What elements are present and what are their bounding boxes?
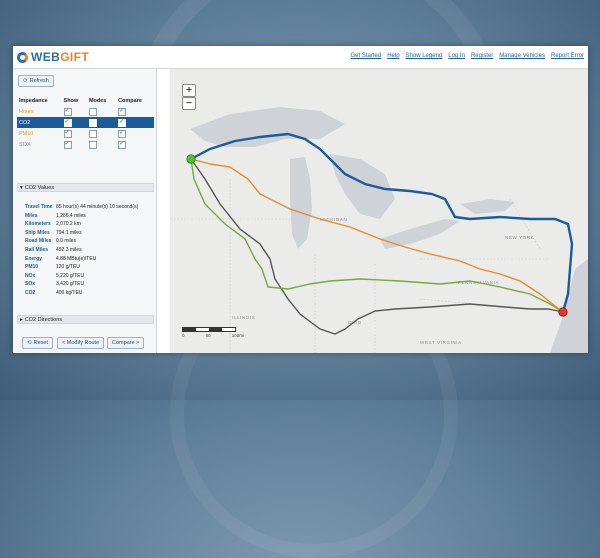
value-key: Ship Miles: [25, 229, 50, 236]
nav-show-legend[interactable]: Show Legend: [406, 53, 443, 59]
show-checkbox[interactable]: [63, 118, 72, 127]
modes-checkbox[interactable]: [88, 140, 97, 149]
value-text: 4.88 MBtu(e)/TEU: [56, 255, 97, 262]
impedance-label: PM10: [19, 130, 34, 137]
map-scale-bar: 0 50 100mi: [182, 327, 244, 338]
label-west-virginia: WEST VIRGINIA: [420, 340, 462, 345]
co2-directions-panel-header[interactable]: ▸ CO2 Directions: [17, 315, 154, 324]
value-row: PM10 120 g/TEU: [25, 263, 151, 272]
scale-label-0: 0: [182, 333, 185, 338]
app-window: WEBGIFT Get Started Help Show Legend Log…: [13, 46, 588, 353]
impedance-label: SOX: [19, 141, 31, 148]
col-modes: Modes: [88, 97, 107, 104]
refresh-button[interactable]: ⟳ Refresh: [18, 75, 54, 87]
route-map[interactable]: MICHIGAN ILLINOIS OHIO PENNSYLVANIA WEST…: [170, 69, 588, 353]
app-header: WEBGIFT Get Started Help Show Legend Log…: [13, 46, 588, 69]
modes-checkbox[interactable]: [88, 107, 97, 116]
value-text: 1,286.4 miles: [56, 212, 86, 219]
value-row: Travel Time 85 hour(s) 44 minute(s) 10 se…: [25, 203, 151, 212]
value-key: PM10: [25, 264, 39, 271]
value-row: NOx 5,220 g/TEU: [25, 272, 151, 281]
impedance-row-sox[interactable]: SOX: [17, 139, 154, 150]
value-key: Kilometers: [25, 221, 51, 228]
origin-marker: [186, 154, 196, 164]
value-row: Kilometers 2,070.2 km: [25, 220, 151, 229]
compare-checkbox[interactable]: [118, 129, 127, 138]
col-show: Show: [63, 97, 79, 104]
value-text: 0.0 miles: [56, 238, 77, 245]
value-row: Ship Miles 794.1 miles: [25, 229, 151, 238]
value-row: Road Miles 0.0 miles: [25, 237, 151, 246]
value-text: 120 g/TEU: [56, 264, 80, 271]
impedance-row-co2[interactable]: CO2: [17, 117, 154, 128]
sidebar: ⟳ Refresh Impedance Show Modes Compare H…: [13, 69, 157, 353]
value-key: Rail Miles: [25, 246, 49, 253]
app-logo[interactable]: WEBGIFT: [17, 50, 89, 64]
destination-marker: [558, 307, 568, 317]
show-checkbox[interactable]: [63, 129, 72, 138]
value-text: 794.1 miles: [56, 229, 82, 236]
value-text: 5,220 g/TEU: [56, 272, 85, 279]
impedance-table: Impedance Show Modes Compare Hours CO2 PM1…: [17, 95, 154, 150]
logo-icon: [17, 51, 28, 63]
value-text: 2,070.2 km: [56, 221, 81, 228]
refresh-icon: ⟳: [23, 78, 28, 84]
nav-report-error[interactable]: Report Error: [551, 53, 584, 59]
co2-values-list: Travel Time 85 hour(s) 44 minute(s) 10 se…: [25, 203, 151, 298]
value-text: 85 hour(s) 44 minute(s) 10 second(s): [56, 204, 139, 210]
impedance-row-hours[interactable]: Hours: [17, 106, 154, 117]
logo-text: WEBGIFT: [31, 50, 90, 64]
scale-label-50: 50: [205, 333, 211, 338]
reset-icon: ⟲: [27, 340, 32, 346]
modes-checkbox[interactable]: [88, 118, 97, 127]
impedance-label: CO2: [17, 117, 62, 128]
label-illinois: ILLINOIS: [232, 315, 255, 320]
nav-help[interactable]: Help: [387, 53, 399, 59]
compare-checkbox[interactable]: [118, 140, 127, 149]
value-key: NOx: [25, 272, 36, 279]
impedance-label: Hours: [19, 108, 34, 115]
scale-bar-graphic: [182, 327, 236, 332]
value-row: Energy 4.88 MBtu(e)/TEU: [25, 255, 151, 264]
col-impedance: Impedance: [19, 97, 48, 104]
impedance-row-pm10[interactable]: PM10: [17, 128, 154, 139]
show-checkbox[interactable]: [63, 107, 72, 116]
co2-values-panel-header[interactable]: ▾ CO2 Values: [17, 183, 154, 192]
value-key: Miles: [25, 212, 38, 219]
nav-log-in[interactable]: Log In: [448, 53, 465, 59]
map-canvas: MICHIGAN ILLINOIS OHIO PENNSYLVANIA WEST…: [170, 69, 588, 353]
nav-get-started[interactable]: Get Started: [351, 53, 382, 59]
compare-button[interactable]: Compare >: [107, 337, 145, 349]
expand-triangle-icon: ▸: [20, 316, 23, 323]
nav-register[interactable]: Register: [471, 53, 493, 59]
value-key: Energy: [25, 255, 42, 262]
compare-checkbox[interactable]: [118, 118, 127, 127]
zoom-out-button[interactable]: −: [182, 97, 196, 110]
zoom-in-button[interactable]: +: [182, 84, 196, 97]
reset-button[interactable]: ⟲ Reset: [22, 337, 53, 349]
value-row: Rail Miles 492.3 miles: [25, 246, 151, 255]
value-text: 3,420 g/TEU: [56, 281, 85, 288]
modify-route-button[interactable]: < Modify Route: [57, 337, 105, 349]
value-row: CO2 400 kg/TEU: [25, 289, 151, 298]
collapse-triangle-icon: ▾: [20, 184, 23, 191]
compare-checkbox[interactable]: [118, 107, 127, 116]
scale-label-100: 100mi: [231, 333, 244, 338]
value-key: CO2: [25, 289, 36, 296]
col-compare: Compare: [118, 97, 142, 104]
modes-checkbox[interactable]: [88, 129, 97, 138]
top-navigation: Get Started Help Show Legend Log In Regi…: [351, 53, 584, 59]
value-row: SOx 3,420 g/TEU: [25, 280, 151, 289]
value-text: 400 kg/TEU: [56, 289, 83, 296]
value-key: Travel Time: [25, 204, 53, 210]
value-row: Miles 1,286.4 miles: [25, 212, 151, 221]
show-checkbox[interactable]: [63, 140, 72, 149]
nav-manage-vehicles[interactable]: Manage Vehicles: [499, 53, 545, 59]
value-text: 492.3 miles: [56, 246, 82, 253]
label-new-york: NEW YORK: [505, 235, 534, 240]
value-key: SOx: [25, 281, 36, 288]
value-key: Road Miles: [25, 238, 52, 245]
